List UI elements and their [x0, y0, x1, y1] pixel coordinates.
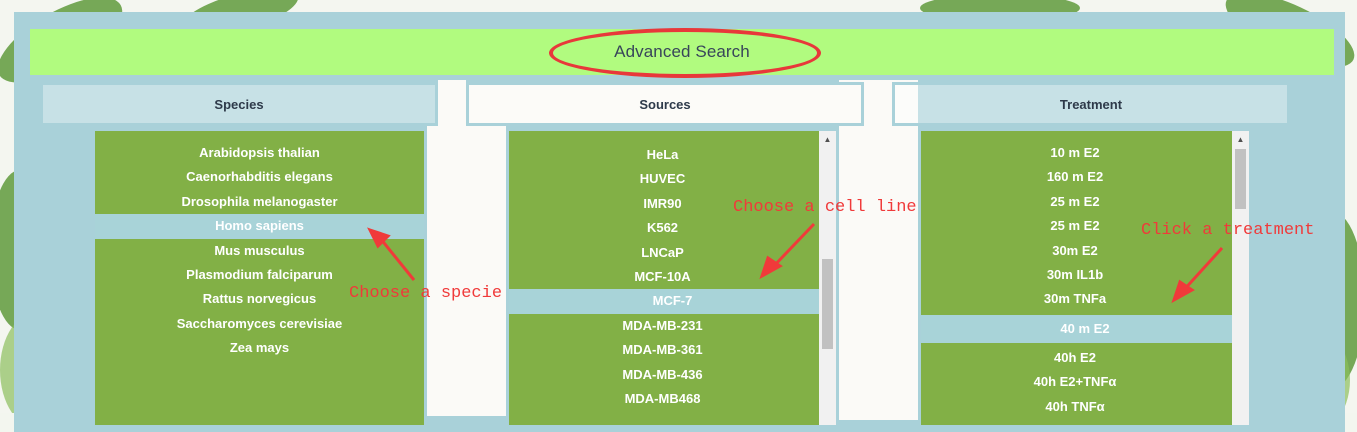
species-option[interactable]: Saccharomyces cerevisiae	[95, 312, 424, 336]
treatment-option[interactable]: 10 m E2	[921, 141, 1229, 165]
species-column-header: Species	[40, 82, 438, 126]
source-option[interactable]: K562	[509, 216, 816, 240]
treatment-listbox[interactable]: 10 m E2 160 m E2 25 m E2 25 m E2 30m E2 …	[918, 128, 1252, 428]
species-option[interactable]: Drosophila melanogaster	[95, 190, 424, 214]
source-option[interactable]: MDA-MB-436	[509, 363, 816, 387]
species-option[interactable]: Zea mays	[95, 336, 424, 360]
sources-listbox[interactable]: HeLa HUVEC IMR90 K562 LNCaP MCF-10A MCF-…	[506, 128, 839, 428]
source-option[interactable]: MCF-10A	[509, 265, 816, 289]
column-gap	[427, 126, 506, 416]
species-header-label: Species	[214, 96, 264, 112]
species-option-selected[interactable]: Homo sapiens	[95, 214, 424, 239]
species-option[interactable]: Caenorhabditis elegans	[95, 165, 424, 189]
species-listbox[interactable]: Arabidopsis thalian Caenorhabditis elega…	[92, 128, 427, 428]
source-option[interactable]: MDA-MB-361	[509, 338, 816, 362]
treatment-option[interactable]: 30m TNFa	[921, 287, 1229, 311]
sources-header-label: Sources	[639, 96, 691, 112]
treatment-option[interactable]: 40h E2	[921, 346, 1229, 370]
annotation-choose-cell-line: Choose a cell line	[733, 198, 917, 217]
source-option[interactable]: HUVEC	[509, 167, 816, 191]
scroll-up-arrow-icon[interactable]: ▲	[1232, 133, 1249, 147]
treatment-option[interactable]: 40h TNFα	[921, 395, 1229, 419]
column-gap	[864, 80, 892, 128]
treatment-scrollbar[interactable]: ▲	[1232, 131, 1249, 425]
scrollbar-thumb[interactable]	[822, 259, 833, 349]
treatment-option[interactable]: 30m IL1b	[921, 263, 1229, 287]
treatment-header-label: Treatment	[1059, 96, 1123, 112]
species-option[interactable]: Mus musculus	[95, 239, 424, 263]
sources-column-header: Sources	[466, 82, 864, 126]
source-option[interactable]: HeLa	[509, 143, 816, 167]
treatment-option-selected[interactable]: 40 m E2	[921, 314, 1249, 343]
species-option[interactable]: Arabidopsis thalian	[95, 141, 424, 165]
source-option-selected[interactable]: MCF-7	[509, 289, 836, 314]
source-option[interactable]: MDA-MB-231	[509, 314, 816, 338]
treatment-column-header: Treatment	[892, 82, 1290, 126]
scroll-up-arrow-icon[interactable]: ▲	[819, 133, 836, 147]
source-option[interactable]: LNCaP	[509, 241, 816, 265]
treatment-option[interactable]: 160 m E2	[921, 165, 1229, 189]
treatment-option[interactable]: 25 m E2	[921, 190, 1229, 214]
treatment-option[interactable]: 30m E2	[921, 239, 1229, 263]
column-gap	[839, 80, 918, 420]
source-option[interactable]: MDA-MB468	[509, 387, 816, 411]
treatment-option[interactable]: 40h E2+TNFα	[921, 370, 1229, 394]
highlight-oval	[549, 28, 821, 78]
annotation-choose-specie: Choose a specie	[349, 284, 503, 303]
sources-scrollbar[interactable]: ▲	[819, 131, 836, 425]
column-gap	[438, 80, 466, 128]
annotation-click-treatment: Click a treatment	[1141, 221, 1315, 240]
scrollbar-thumb[interactable]	[1235, 149, 1246, 209]
